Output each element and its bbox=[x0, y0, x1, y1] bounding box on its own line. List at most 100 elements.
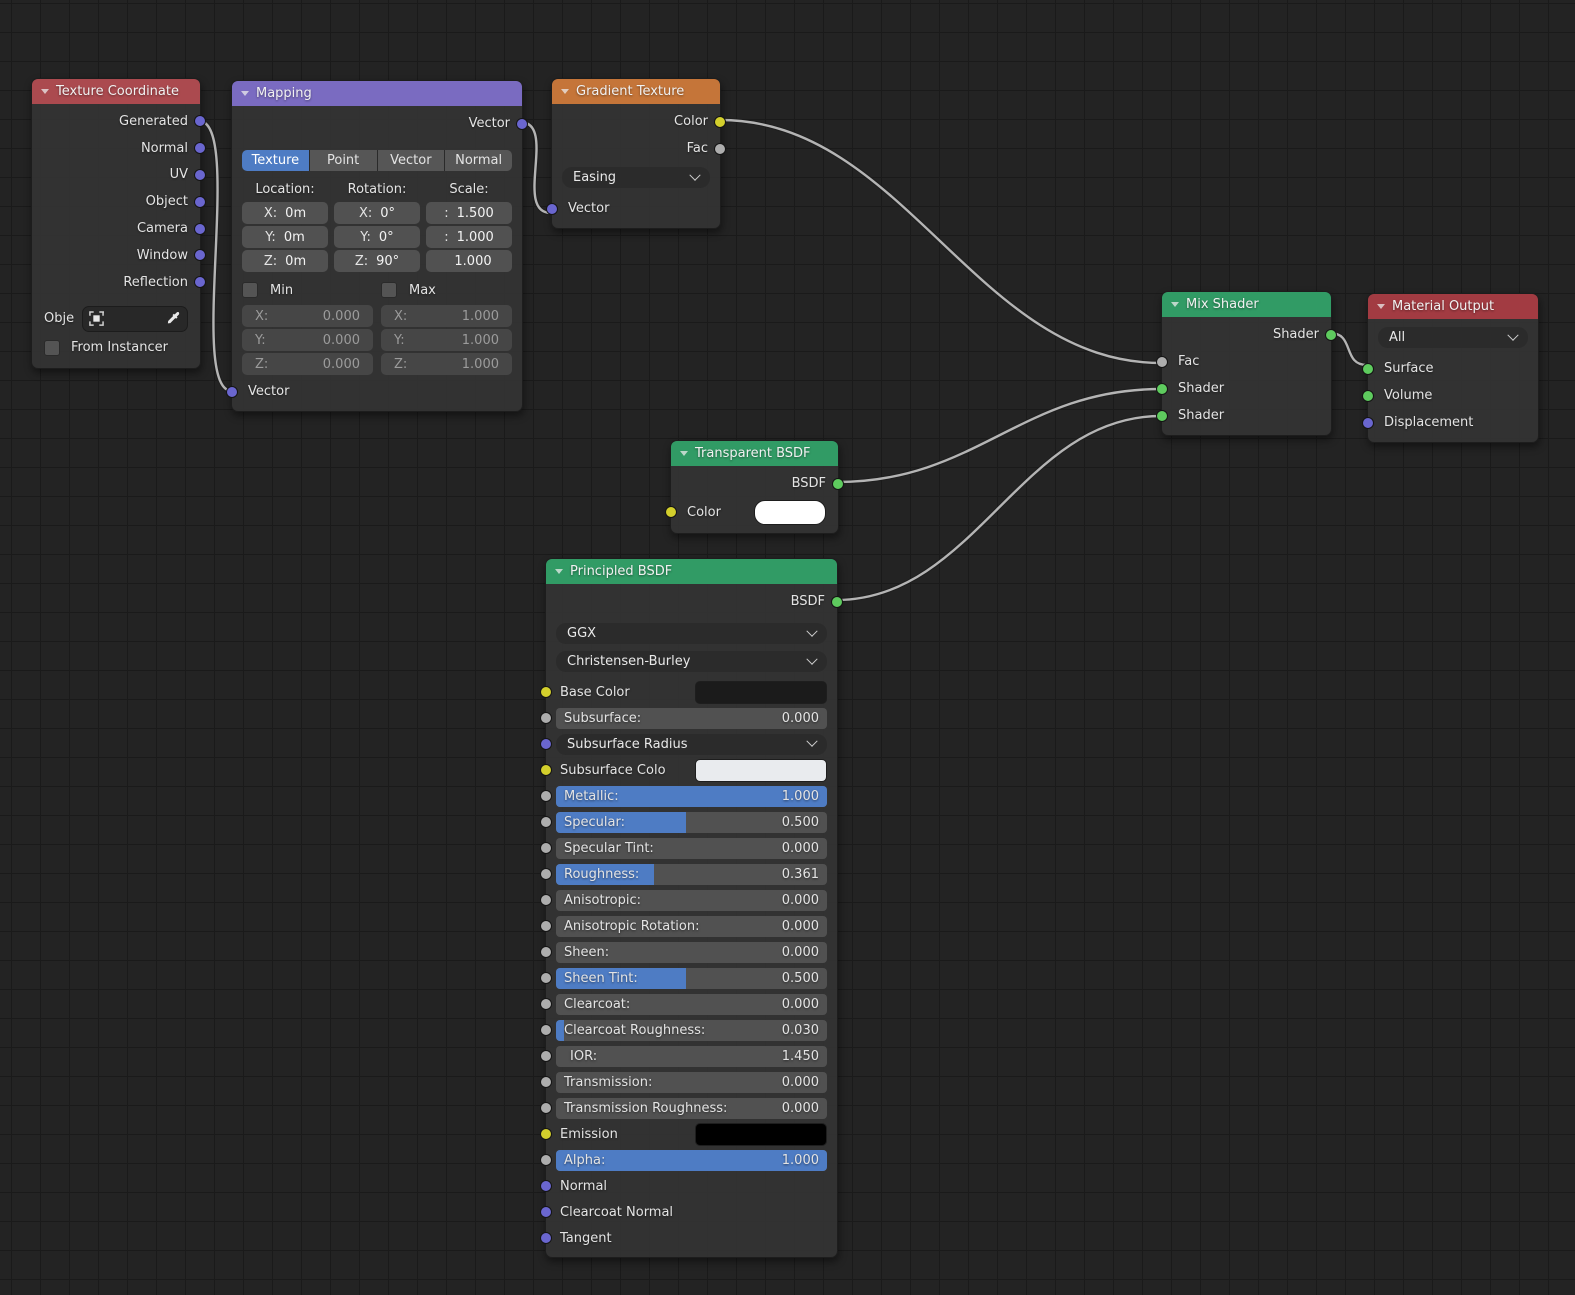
input-socket-clearcoat-normal[interactable] bbox=[540, 1206, 552, 1218]
subsurface-color-swatch[interactable] bbox=[695, 759, 827, 782]
base-color-swatch[interactable] bbox=[695, 681, 827, 704]
input-socket-subsurface-color[interactable] bbox=[540, 764, 552, 776]
max-z-field[interactable]: Z:1.000 bbox=[381, 353, 512, 375]
output-socket-color[interactable] bbox=[714, 116, 726, 128]
collapse-arrow-icon[interactable] bbox=[680, 451, 688, 456]
input-socket-vector[interactable] bbox=[546, 203, 558, 215]
input-socket-normal[interactable] bbox=[540, 1180, 552, 1192]
collapse-arrow-icon[interactable] bbox=[561, 89, 569, 94]
tab-normal[interactable]: Normal bbox=[445, 150, 512, 171]
clearcoat-roughness-slider[interactable]: Clearcoat Roughness:0.030 bbox=[556, 1020, 827, 1041]
input-socket-volume[interactable] bbox=[1362, 390, 1374, 402]
input-socket-surface[interactable] bbox=[1362, 363, 1374, 375]
specular-slider[interactable]: Specular:0.500 bbox=[556, 812, 827, 833]
input-socket-clearcoat[interactable] bbox=[540, 998, 552, 1010]
min-x-field[interactable]: X:0.000 bbox=[242, 305, 373, 327]
scale-z-field[interactable]: 1.000 bbox=[426, 250, 512, 272]
node-header[interactable]: Mapping bbox=[232, 81, 522, 106]
alpha-slider[interactable]: Alpha:1.000 bbox=[556, 1150, 827, 1171]
output-socket-shader[interactable] bbox=[1325, 329, 1337, 341]
collapse-arrow-icon[interactable] bbox=[241, 91, 249, 96]
anisotropic-rotation-slider[interactable]: Anisotropic Rotation:0.000 bbox=[556, 916, 827, 937]
subsurface-radius-dropdown[interactable]: Subsurface Radius bbox=[556, 734, 827, 755]
sheen-slider[interactable]: Sheen:0.000 bbox=[556, 942, 827, 963]
subsurface-method-dropdown[interactable]: Christensen-Burley bbox=[556, 651, 827, 672]
input-socket-emission[interactable] bbox=[540, 1128, 552, 1140]
min-y-field[interactable]: Y:0.000 bbox=[242, 329, 373, 351]
color-swatch[interactable] bbox=[754, 500, 826, 525]
collapse-arrow-icon[interactable] bbox=[1377, 304, 1385, 309]
node-header[interactable]: Transparent BSDF bbox=[671, 441, 838, 466]
tab-vector[interactable]: Vector bbox=[378, 150, 445, 171]
input-socket-clearcoat-roughness[interactable] bbox=[540, 1024, 552, 1036]
max-x-field[interactable]: X:1.000 bbox=[381, 305, 512, 327]
input-socket-sheen-tint[interactable] bbox=[540, 972, 552, 984]
min-checkbox[interactable] bbox=[242, 282, 258, 298]
input-socket-subsurface-radius[interactable] bbox=[540, 738, 552, 750]
input-socket-ior[interactable] bbox=[540, 1050, 552, 1062]
output-socket-object[interactable] bbox=[194, 196, 206, 208]
input-socket-shader-2[interactable] bbox=[1156, 410, 1168, 422]
specular-tint-slider[interactable]: Specular Tint:0.000 bbox=[556, 838, 827, 859]
input-socket-alpha[interactable] bbox=[540, 1154, 552, 1166]
node-header[interactable]: Texture Coordinate bbox=[32, 79, 200, 104]
scale-y-field[interactable]: :1.000 bbox=[426, 226, 512, 248]
location-x-field[interactable]: X:0m bbox=[242, 202, 328, 224]
rotation-z-field[interactable]: Z:90° bbox=[334, 250, 420, 272]
input-socket-transmission[interactable] bbox=[540, 1076, 552, 1088]
input-socket-transmission-roughness[interactable] bbox=[540, 1102, 552, 1114]
transmission-roughness-slider[interactable]: Transmission Roughness:0.000 bbox=[556, 1098, 827, 1119]
metallic-slider[interactable]: Metallic:1.000 bbox=[556, 786, 827, 807]
min-z-field[interactable]: Z:0.000 bbox=[242, 353, 373, 375]
input-socket-metallic[interactable] bbox=[540, 790, 552, 802]
node-header[interactable]: Gradient Texture bbox=[552, 79, 720, 104]
input-socket-specular-tint[interactable] bbox=[540, 842, 552, 854]
input-socket-fac[interactable] bbox=[1156, 356, 1168, 368]
sheen-tint-slider[interactable]: Sheen Tint:0.500 bbox=[556, 968, 827, 989]
gradient-type-dropdown[interactable]: Easing bbox=[562, 167, 710, 188]
output-socket-camera[interactable] bbox=[194, 223, 206, 235]
input-socket-sheen[interactable] bbox=[540, 946, 552, 958]
node-header[interactable]: Principled BSDF bbox=[546, 559, 837, 584]
object-picker-field[interactable] bbox=[82, 306, 188, 332]
eyedropper-icon[interactable] bbox=[166, 311, 181, 326]
output-socket-bsdf[interactable] bbox=[831, 596, 843, 608]
collapse-arrow-icon[interactable] bbox=[555, 569, 563, 574]
subsurface-slider[interactable]: Subsurface:0.000 bbox=[556, 708, 827, 729]
rotation-x-field[interactable]: X:0° bbox=[334, 202, 420, 224]
tab-point[interactable]: Point bbox=[310, 150, 377, 171]
input-socket-roughness[interactable] bbox=[540, 868, 552, 880]
input-socket-displacement[interactable] bbox=[1362, 417, 1374, 429]
emission-color-swatch[interactable] bbox=[695, 1123, 827, 1146]
input-socket-subsurface[interactable] bbox=[540, 712, 552, 724]
location-z-field[interactable]: Z:0m bbox=[242, 250, 328, 272]
location-y-field[interactable]: Y:0m bbox=[242, 226, 328, 248]
collapse-arrow-icon[interactable] bbox=[41, 89, 49, 94]
rotation-y-field[interactable]: Y:0° bbox=[334, 226, 420, 248]
collapse-arrow-icon[interactable] bbox=[1171, 302, 1179, 307]
input-socket-shader-1[interactable] bbox=[1156, 383, 1168, 395]
transmission-slider[interactable]: Transmission:0.000 bbox=[556, 1072, 827, 1093]
input-socket-vector[interactable] bbox=[226, 386, 238, 398]
output-socket-reflection[interactable] bbox=[194, 276, 206, 288]
output-socket-fac[interactable] bbox=[714, 143, 726, 155]
input-socket-color[interactable] bbox=[665, 506, 677, 518]
input-socket-anisotropic-rotation[interactable] bbox=[540, 920, 552, 932]
output-socket-generated[interactable] bbox=[194, 115, 206, 127]
anisotropic-slider[interactable]: Anisotropic:0.000 bbox=[556, 890, 827, 911]
input-socket-specular[interactable] bbox=[540, 816, 552, 828]
ior-slider[interactable]: IOR:1.450 bbox=[556, 1046, 827, 1067]
tab-texture[interactable]: Texture bbox=[242, 150, 309, 171]
roughness-slider[interactable]: Roughness:0.361 bbox=[556, 864, 827, 885]
output-socket-window[interactable] bbox=[194, 249, 206, 261]
node-header[interactable]: Mix Shader bbox=[1162, 292, 1331, 317]
input-socket-anisotropic[interactable] bbox=[540, 894, 552, 906]
input-socket-tangent[interactable] bbox=[540, 1232, 552, 1244]
clearcoat-slider[interactable]: Clearcoat:0.000 bbox=[556, 994, 827, 1015]
max-y-field[interactable]: Y:1.000 bbox=[381, 329, 512, 351]
output-socket-bsdf[interactable] bbox=[832, 478, 844, 490]
max-checkbox[interactable] bbox=[381, 282, 397, 298]
distribution-dropdown[interactable]: GGX bbox=[556, 623, 827, 644]
target-dropdown[interactable]: All bbox=[1378, 327, 1528, 348]
output-socket-normal[interactable] bbox=[194, 142, 206, 154]
